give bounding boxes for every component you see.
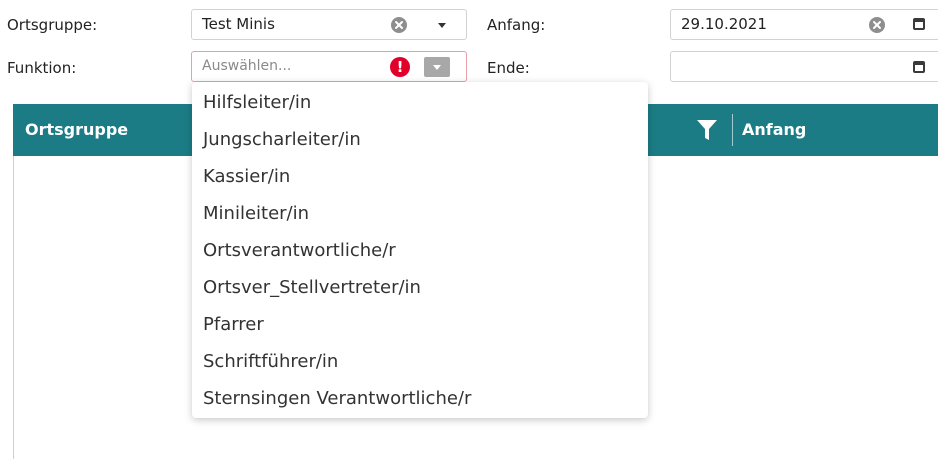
calendar-icon[interactable] (913, 61, 925, 73)
dropdown-option[interactable]: Minileiter/in (203, 203, 309, 224)
ende-label: Ende: (487, 59, 530, 77)
anfang-datepicker[interactable]: 29.10.2021 (670, 9, 938, 40)
dropdown-option[interactable]: Schriftführer/in (203, 351, 338, 372)
anfang-value: 29.10.2021 (681, 15, 767, 33)
ortsgruppe-select[interactable]: Test Minis (191, 9, 467, 40)
funktion-placeholder: Auswählen... (202, 58, 292, 74)
chevron-down-icon[interactable] (438, 23, 446, 28)
clear-icon[interactable] (869, 17, 885, 33)
dropdown-toggle-button[interactable] (424, 57, 450, 77)
calendar-icon[interactable] (913, 18, 925, 30)
dropdown-option[interactable]: Pfarrer (203, 314, 264, 335)
ortsgruppe-label: Ortsgruppe: (7, 16, 98, 34)
dropdown-option[interactable]: Jungscharleiter/in (203, 129, 361, 150)
clear-icon[interactable] (391, 17, 407, 33)
ende-datepicker[interactable] (670, 51, 938, 82)
chevron-down-icon (433, 65, 441, 70)
funktion-label: Funktion: (7, 59, 77, 77)
anfang-label: Anfang: (487, 16, 546, 34)
funktion-select[interactable]: Auswählen... ! (191, 51, 467, 82)
dropdown-option[interactable]: Sternsingen Verantwortliche/r (203, 388, 471, 409)
column-divider (732, 114, 733, 146)
column-header-ortsgruppe[interactable]: Ortsgruppe (25, 120, 128, 139)
dropdown-option[interactable]: Ortsver_Stellvertreter/in (203, 277, 421, 298)
dropdown-option[interactable]: Hilfsleiter/in (203, 92, 311, 113)
error-icon: ! (390, 57, 410, 77)
funktion-dropdown-list: Hilfsleiter/in Jungscharleiter/in Kassie… (192, 82, 648, 418)
ortsgruppe-value: Test Minis (202, 15, 275, 33)
filter-icon[interactable] (696, 118, 718, 146)
dropdown-option[interactable]: Kassier/in (203, 166, 290, 187)
column-header-anfang[interactable]: Anfang (742, 120, 806, 139)
dropdown-option[interactable]: Ortsverantwortliche/r (203, 240, 396, 261)
